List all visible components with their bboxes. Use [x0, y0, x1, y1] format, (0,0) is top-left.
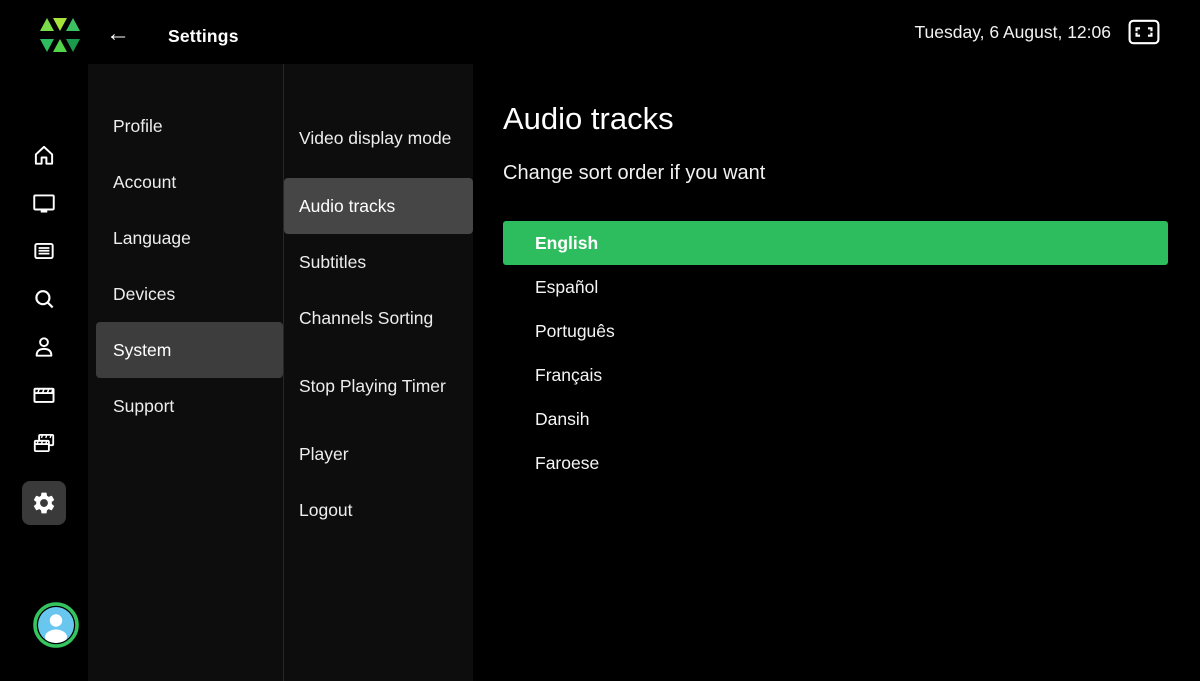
track-row-dansih[interactable]: Dansih	[503, 397, 1168, 441]
live-tv-icon	[31, 190, 57, 216]
submenu-item-audio-tracks[interactable]: Audio tracks	[284, 178, 473, 234]
account-icon	[31, 334, 57, 360]
submenu-item-stop-playing-timer[interactable]: Stop Playing Timer	[284, 346, 473, 426]
movies-icon	[31, 382, 57, 408]
audio-track-list: English Español Português Français Dansi…	[503, 221, 1168, 485]
submenu-item-logout[interactable]: Logout	[284, 482, 473, 538]
rail-item-live-tv[interactable]	[22, 190, 66, 216]
submenu-item-channels-sorting[interactable]: Channels Sorting	[284, 290, 473, 346]
track-row-espanol[interactable]: Español	[503, 265, 1168, 309]
page-title: Settings	[168, 26, 239, 47]
track-row-faroese[interactable]: Faroese	[503, 441, 1168, 485]
back-arrow-icon: ←	[106, 20, 130, 48]
search-icon	[31, 286, 57, 312]
menu-item-support[interactable]: Support	[96, 378, 283, 434]
rail-item-series[interactable]	[22, 430, 66, 456]
system-submenu: Video display mode Audio tracks Subtitle…	[283, 64, 473, 681]
series-icon	[31, 430, 57, 456]
top-bar: ← Settings Tuesday, 6 August, 12:06	[0, 0, 1200, 64]
profile-avatar[interactable]	[33, 602, 79, 648]
menu-item-system[interactable]: System	[96, 322, 283, 378]
rail-item-account[interactable]	[22, 334, 66, 360]
settings-menu: Profile Account Language Devices System …	[88, 64, 283, 681]
tv-guide-icon	[31, 238, 57, 264]
settings-gear-icon	[31, 490, 57, 516]
datetime-label: Tuesday, 6 August, 12:06	[914, 22, 1111, 43]
menu-item-profile[interactable]: Profile	[96, 98, 283, 154]
app-logo-icon[interactable]	[38, 13, 82, 57]
menu-item-language[interactable]: Language	[96, 210, 283, 266]
track-row-francais[interactable]: Français	[503, 353, 1168, 397]
home-icon	[31, 142, 57, 168]
submenu-item-video-display-mode[interactable]: Video display mode	[284, 98, 473, 178]
submenu-item-player[interactable]: Player	[284, 426, 473, 482]
menu-item-account[interactable]: Account	[96, 154, 283, 210]
content-title: Audio tracks	[503, 100, 1168, 138]
menu-item-devices[interactable]: Devices	[96, 266, 283, 322]
track-row-portugues[interactable]: Português	[503, 309, 1168, 353]
rail-item-movies[interactable]	[22, 382, 66, 408]
screen-fit-icon[interactable]	[1128, 19, 1160, 45]
back-button[interactable]: ←	[104, 20, 132, 48]
track-row-english[interactable]: English	[503, 221, 1168, 265]
rail-item-home[interactable]	[22, 142, 66, 168]
content-subtitle: Change sort order if you want	[503, 160, 1168, 186]
settings-panel: Profile Account Language Devices System …	[88, 64, 473, 681]
rail-item-settings[interactable]	[22, 481, 66, 525]
submenu-item-subtitles[interactable]: Subtitles	[284, 234, 473, 290]
rail-item-tv-guide[interactable]	[22, 238, 66, 264]
avatar-icon	[33, 602, 79, 648]
rail-item-search[interactable]	[22, 286, 66, 312]
nav-rail	[0, 64, 88, 681]
main-content: Audio tracks Change sort order if you wa…	[503, 64, 1168, 485]
topbar-right: Tuesday, 6 August, 12:06	[914, 0, 1160, 64]
nav-rail-icons	[0, 142, 88, 525]
